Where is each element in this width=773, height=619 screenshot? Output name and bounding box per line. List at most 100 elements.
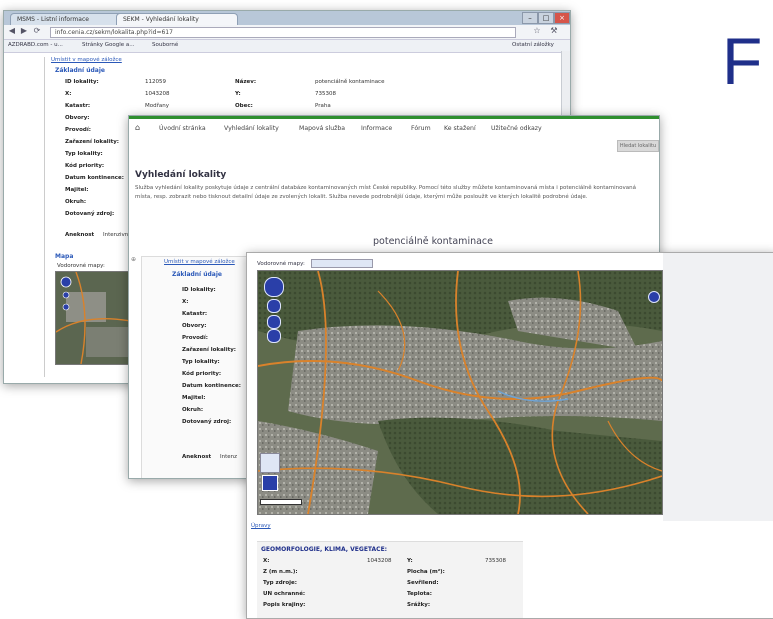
menu-item-map[interactable]: Mapová služba (299, 125, 345, 132)
section-title: Základní údaje (55, 67, 105, 74)
field-label: Majitel: (182, 395, 206, 401)
menu-item-links[interactable]: Užitečné odkazy (491, 125, 542, 132)
inner-map-link[interactable]: Umístit v mapové záložce (164, 259, 235, 265)
menu-item-search[interactable]: Vyhledání lokality (224, 125, 279, 132)
field-label: Dotovaný zdroj: (182, 419, 232, 425)
print-map-icon[interactable] (262, 475, 278, 491)
field-label: Obec: (235, 103, 253, 109)
star-icon[interactable]: ☆ (532, 26, 542, 36)
satellite-map-image (258, 271, 662, 514)
bookmark-3[interactable]: Souborné (152, 42, 178, 48)
field-label: Provodí: (182, 335, 208, 341)
field-label: Typ lokality: (182, 359, 220, 365)
side-panel (663, 253, 773, 521)
map-tools-label: Vodorovné mapy: (57, 263, 105, 269)
minimize-button[interactable]: – (522, 12, 538, 24)
overview-map-icon[interactable] (260, 453, 280, 473)
address-bar: ◀ ▶ ⟳ info.cenia.cz/sekm/lokalita.php?id… (4, 25, 570, 40)
field-value: 1043208 (145, 91, 170, 97)
inner-section-title: Základní údaje (172, 271, 222, 278)
field-value: 112059 (145, 79, 166, 85)
field-label: Obvory: (182, 323, 207, 329)
bookmark-1[interactable]: AZDRABD.com - u... (8, 42, 63, 48)
inner-aneknost-label: Aneknost (182, 454, 212, 460)
geo-label: UN ochranné: (263, 591, 306, 597)
page-title: Vyhledání lokality (135, 170, 227, 180)
maximize-button[interactable]: □ (538, 12, 554, 24)
aneknost-label: Aneknost (65, 232, 95, 238)
inner-aneknost-value: Intenz (220, 454, 238, 460)
main-menu: ⌂ Úvodní stránka Vyhledání lokality Mapo… (129, 120, 659, 136)
map-thumbnail[interactable] (55, 271, 137, 365)
bookmark-other[interactable]: Ostatní záložky (512, 42, 554, 48)
slide-letter: F (722, 24, 763, 98)
menu-item-info[interactable]: Informace (361, 125, 392, 132)
geo-value: 735308 (485, 558, 506, 564)
zoom-out-icon[interactable] (267, 329, 281, 343)
map-section-title: Mapa (55, 253, 74, 260)
geo-panel: GEOMORFOLOGIE, KLIMA, VEGETACE: X: 104320… (257, 541, 523, 618)
geo-label: Plocha (m²): (407, 569, 445, 575)
field-value: Praha (315, 103, 331, 109)
aneknost-value: Intenzivní (103, 232, 130, 238)
locality-title: potenciálně kontaminace (373, 236, 493, 247)
field-label: Majitel: (65, 187, 89, 193)
field-label: Okruh: (65, 199, 87, 205)
expand-icon[interactable]: ⊕ (131, 256, 139, 264)
geo-value: 1043208 (367, 558, 392, 564)
field-label: Datum kontinence: (182, 383, 241, 389)
geo-label: X: (263, 558, 270, 564)
bookmark-2[interactable]: Stránky Google a... (82, 42, 135, 48)
field-label: Okruh: (182, 407, 204, 413)
back-icon[interactable]: ◀ (7, 26, 17, 36)
field-label: Katastr: (65, 103, 91, 109)
menu-item-forum[interactable]: Fórum (411, 125, 431, 132)
field-label: Zařazení lokality: (65, 139, 119, 145)
page-description: Služba vyhledání lokality poskytuje údaj… (135, 185, 637, 200)
zoom-slider-icon[interactable] (267, 315, 281, 329)
geo-label: Y: (407, 558, 413, 564)
forward-icon[interactable]: ▶ (19, 26, 29, 36)
map-toolbar[interactable] (310, 259, 373, 268)
field-label: Kód priority: (182, 371, 222, 377)
edit-link[interactable]: Úpravy (251, 523, 271, 529)
map-tab-link[interactable]: Umístit v mapové záložce (51, 57, 122, 63)
map-thumbnail-image (56, 272, 136, 364)
field-value: Modřany (145, 103, 169, 109)
geo-label: Popis krajiny: (263, 602, 306, 608)
field-label: Obvory: (65, 115, 90, 121)
field-label: Typ lokality: (65, 151, 103, 157)
geo-title: GEOMORFOLOGIE, KLIMA, VEGETACE: (261, 546, 388, 553)
home-icon[interactable]: ⌂ (135, 123, 140, 132)
bookmarks-bar: AZDRABD.com - u... Stránky Google a... S… (4, 40, 570, 53)
close-button[interactable]: × (554, 12, 570, 24)
field-label: Katastr: (182, 311, 208, 317)
search-button[interactable]: Hledat lokalitu (617, 140, 659, 152)
reload-icon[interactable]: ⟳ (32, 26, 42, 36)
geo-label: Sevřilend: (407, 580, 439, 586)
field-label: Y: (235, 91, 241, 97)
geo-label: Typ zdroje: (263, 580, 297, 586)
menu-item-home[interactable]: Úvodní stránka (159, 125, 206, 132)
zoom-in-icon[interactable] (267, 299, 281, 313)
pan-control-icon[interactable] (264, 277, 284, 297)
map-window-front: Vodorovné mapy: Úpravy GEOMORFOLOGIE, KL… (246, 252, 773, 619)
menu-accent-line (129, 116, 659, 119)
field-label: X: (182, 299, 189, 305)
menu-item-downloads[interactable]: Ke stažení (444, 125, 476, 132)
geo-label: Teplota: (407, 591, 432, 597)
field-label: Název: (235, 79, 257, 85)
field-label: Zařazení lokality: (182, 347, 236, 353)
layer-switch-icon[interactable] (648, 291, 660, 303)
satellite-map[interactable] (257, 270, 663, 515)
tab-strip: MSMS - Listní informace SEKM - Vyhledání… (4, 11, 570, 26)
field-label: Datum kontinence: (65, 175, 124, 181)
scale-bar (260, 499, 302, 505)
url-input[interactable]: info.cenia.cz/sekm/lokalita.php?id=617 (50, 27, 516, 38)
map-tools: Vodorovné mapy: (257, 259, 373, 268)
field-value: 735308 (315, 91, 336, 97)
wrench-icon[interactable]: ⚒ (549, 26, 559, 36)
field-value: potenciálně kontaminace (315, 79, 385, 85)
field-label: ID lokality: (182, 287, 216, 293)
field-label: Provodí: (65, 127, 91, 133)
